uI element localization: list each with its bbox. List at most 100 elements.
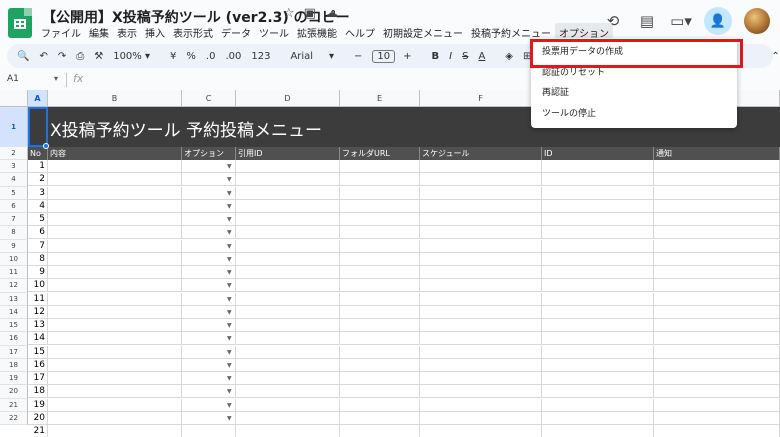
table-cell[interactable] (420, 305, 542, 319)
text-color-button[interactable]: A (478, 51, 485, 62)
table-cell[interactable] (542, 173, 654, 187)
dropdown-arrow-icon[interactable]: ▼ (227, 375, 232, 382)
header-id[interactable]: ID (542, 147, 654, 160)
row-number-cell[interactable]: 15 (28, 345, 48, 359)
table-cell[interactable] (340, 292, 420, 306)
row-number-cell[interactable]: 19 (28, 398, 48, 412)
increase-decimal-button[interactable]: .00 (225, 51, 241, 62)
table-cell[interactable] (654, 305, 780, 319)
row-header[interactable]: 4 (0, 173, 28, 187)
table-cell[interactable] (420, 186, 542, 200)
fill-handle[interactable] (43, 143, 49, 149)
row-number-cell[interactable]: 18 (28, 385, 48, 399)
table-cell[interactable] (420, 292, 542, 306)
table-cell[interactable] (542, 186, 654, 200)
table-cell[interactable] (48, 411, 182, 425)
row-header[interactable]: 12 (0, 279, 28, 293)
row-header[interactable]: 13 (0, 292, 28, 306)
row-number-cell[interactable]: 14 (28, 332, 48, 346)
table-cell[interactable] (654, 226, 780, 240)
table-cell[interactable] (542, 226, 654, 240)
menu-edit[interactable]: 編集 (85, 23, 113, 42)
table-cell[interactable] (340, 266, 420, 279)
meet-icon[interactable]: ▭▾ (670, 10, 692, 32)
table-cell[interactable] (654, 411, 780, 425)
row-header[interactable]: 1 (0, 107, 28, 147)
table-cell[interactable] (654, 385, 780, 399)
decrease-decimal-button[interactable]: .0 (206, 51, 216, 62)
table-cell[interactable] (236, 173, 340, 187)
fill-color-icon[interactable]: ◈ (505, 51, 513, 62)
font-size-increase-button[interactable]: + (403, 51, 411, 62)
table-cell[interactable] (340, 173, 420, 187)
table-cell[interactable] (654, 252, 780, 266)
table-cell[interactable] (340, 252, 420, 266)
table-cell[interactable] (236, 252, 340, 266)
dropdown-arrow-icon[interactable]: ▼ (227, 256, 232, 263)
row-header[interactable]: 9 (0, 239, 28, 253)
dropdown-arrow-icon[interactable]: ▼ (227, 322, 232, 329)
table-cell[interactable] (48, 319, 182, 332)
row-header[interactable]: 8 (0, 226, 28, 240)
bold-button[interactable]: B (432, 51, 440, 62)
table-cell[interactable] (654, 239, 780, 253)
row-header[interactable]: 2 (0, 147, 28, 160)
table-cell[interactable] (542, 199, 654, 213)
dropdown-arrow-icon[interactable]: ▼ (227, 415, 232, 422)
table-cell[interactable] (420, 279, 542, 293)
table-cell[interactable] (340, 199, 420, 213)
table-cell[interactable] (420, 173, 542, 187)
row-number-cell[interactable]: 4 (28, 199, 48, 213)
header-notify[interactable]: 通知 (654, 147, 780, 160)
select-all-corner[interactable] (0, 90, 28, 107)
table-cell[interactable] (48, 425, 182, 437)
table-cell[interactable] (340, 186, 420, 200)
row-header[interactable]: 19 (0, 372, 28, 386)
strikethrough-button[interactable]: S (462, 51, 468, 62)
row-number-cell[interactable]: 11 (28, 292, 48, 306)
table-cell[interactable] (420, 372, 542, 385)
menu-help[interactable]: ヘルプ (341, 23, 379, 42)
table-cell[interactable] (654, 358, 780, 372)
row-header[interactable]: 6 (0, 199, 28, 213)
table-cell[interactable] (236, 332, 340, 346)
table-cell[interactable] (48, 266, 182, 279)
column-header-d[interactable]: D (236, 90, 340, 107)
table-cell[interactable] (236, 372, 340, 385)
dropdown-arrow-icon[interactable]: ▼ (227, 402, 232, 409)
table-cell[interactable] (340, 213, 420, 226)
table-cell[interactable] (654, 173, 780, 187)
row-number-cell[interactable]: 3 (28, 186, 48, 200)
row-number-cell[interactable]: 20 (28, 411, 48, 425)
dropdown-arrow-icon[interactable]: ▼ (227, 335, 232, 342)
dropdown-arrow-icon[interactable]: ▼ (227, 349, 232, 356)
history-icon[interactable]: ⟲ (602, 10, 624, 32)
row-number-cell[interactable]: 5 (28, 213, 48, 226)
table-cell[interactable] (236, 345, 340, 359)
table-cell[interactable] (236, 425, 340, 437)
row-header[interactable]: 16 (0, 332, 28, 346)
column-header-f[interactable]: F (420, 90, 542, 107)
search-menus-icon[interactable]: 🔍 (17, 51, 29, 62)
dropdown-arrow-icon[interactable]: ▼ (227, 388, 232, 395)
dropdown-arrow-icon[interactable]: ▼ (227, 176, 232, 183)
table-cell[interactable] (182, 425, 236, 437)
row-number-cell[interactable]: 1 (28, 160, 48, 173)
table-cell[interactable] (420, 358, 542, 372)
table-cell[interactable] (340, 279, 420, 293)
header-quote-id[interactable]: 引用ID (236, 147, 340, 160)
table-cell[interactable] (542, 266, 654, 279)
table-cell[interactable] (340, 398, 420, 412)
header-folder-url[interactable]: フォルダURL (340, 147, 420, 160)
table-cell[interactable] (542, 398, 654, 412)
menu-item-stop-tool[interactable]: ツールの停止 (531, 104, 737, 124)
row-number-cell[interactable]: 6 (28, 226, 48, 240)
row-number-cell[interactable]: 16 (28, 358, 48, 372)
row-number-cell[interactable]: 12 (28, 305, 48, 319)
row-number-cell[interactable]: 10 (28, 279, 48, 293)
column-header-a[interactable]: A (28, 90, 48, 107)
table-cell[interactable] (654, 345, 780, 359)
table-cell[interactable] (236, 305, 340, 319)
table-cell[interactable] (340, 425, 420, 437)
table-cell[interactable] (48, 332, 182, 346)
